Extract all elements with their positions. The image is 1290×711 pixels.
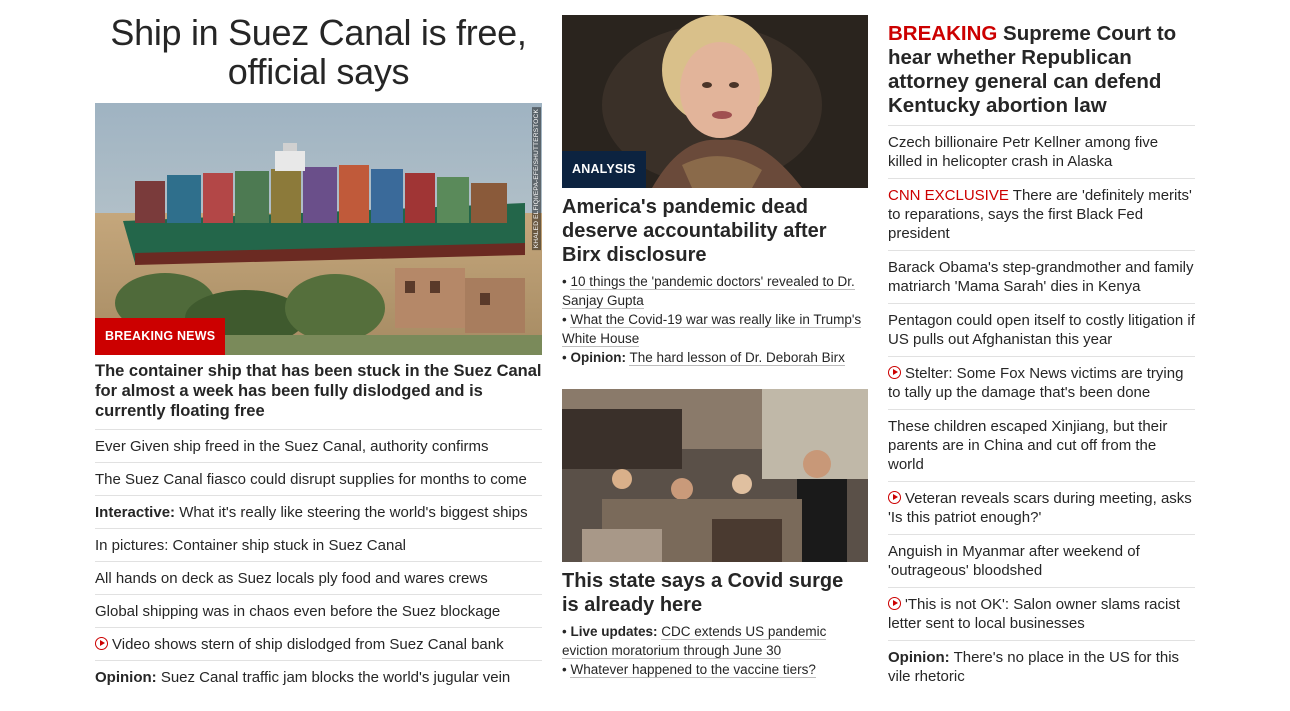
list-item[interactable]: Veteran reveals scars during meeting, as…: [888, 481, 1195, 534]
list-item[interactable]: 'This is not OK': Salon owner slams raci…: [888, 587, 1195, 640]
list-item[interactable]: Czech billionaire Petr Kellner among fiv…: [888, 125, 1195, 178]
list-item[interactable]: Anguish in Myanmar after weekend of 'out…: [888, 534, 1195, 587]
list-item[interactable]: Ever Given ship freed in the Suez Canal,…: [95, 429, 542, 462]
bullet-text: The hard lesson of Dr. Deborah Birx: [629, 350, 845, 366]
exclusive-label: CNN EXCLUSIVE: [888, 187, 1009, 204]
list-item[interactable]: Opinion: There's no place in the US for …: [888, 640, 1195, 693]
video-play-icon: [888, 491, 901, 504]
list-item[interactable]: All hands on deck as Suez locals ply foo…: [95, 561, 542, 594]
bullet-item[interactable]: • Live updates: CDC extends US pandemic …: [562, 622, 868, 660]
breaking-label: BREAKING: [888, 22, 998, 45]
item-prefix: Interactive:: [95, 504, 176, 521]
bullet-prefix: Live updates:: [570, 624, 658, 639]
bullet-item[interactable]: • Opinion: The hard lesson of Dr. Debora…: [562, 348, 868, 367]
bullet-item[interactable]: • Whatever happened to the vaccine tiers…: [562, 660, 868, 679]
lead-headline[interactable]: Ship in Suez Canal is free, official say…: [95, 13, 542, 91]
story-headline[interactable]: This state says a Covid surge is already…: [562, 569, 862, 617]
item-text: All hands on deck as Suez locals ply foo…: [95, 570, 488, 587]
list-item[interactable]: Video shows stern of ship dislodged from…: [95, 627, 542, 660]
analysis-badge: ANALYSIS: [562, 151, 646, 188]
bullet-item[interactable]: • What the Covid-19 war was really like …: [562, 310, 868, 348]
item-text: 'This is not OK': Salon owner slams raci…: [888, 596, 1180, 632]
story-headline[interactable]: America's pandemic dead deserve accounta…: [562, 195, 862, 267]
item-text: Barack Obama's step-grandmother and fami…: [888, 259, 1194, 295]
list-item[interactable]: Pentagon could open itself to costly lit…: [888, 303, 1195, 356]
item-text: Stelter: Some Fox News victims are tryin…: [888, 365, 1184, 401]
list-item[interactable]: Barack Obama's step-grandmother and fami…: [888, 250, 1195, 303]
item-text: Czech billionaire Petr Kellner among fiv…: [888, 134, 1159, 170]
item-prefix: Opinion:: [888, 649, 950, 666]
list-item[interactable]: CNN EXCLUSIVE There are 'definitely meri…: [888, 178, 1195, 250]
item-text: Anguish in Myanmar after weekend of 'out…: [888, 543, 1140, 579]
lead-related-list: Ever Given ship freed in the Suez Canal,…: [95, 429, 542, 693]
bullet-text: Whatever happened to the vaccine tiers?: [570, 662, 816, 678]
item-text: Veteran reveals scars during meeting, as…: [888, 490, 1192, 526]
list-item[interactable]: The Suez Canal fiasco could disrupt supp…: [95, 462, 542, 495]
covid-surge-photo[interactable]: [562, 389, 868, 562]
bullet-prefix: Opinion:: [570, 350, 626, 365]
bullet-text: 10 things the 'pandemic doctors' reveale…: [562, 274, 855, 309]
video-play-icon: [95, 637, 108, 650]
list-item[interactable]: Interactive: What it's really like steer…: [95, 495, 542, 528]
birx-photo[interactable]: ANALYSIS: [562, 15, 868, 188]
item-text: The Suez Canal fiasco could disrupt supp…: [95, 471, 527, 488]
item-text: What it's really like steering the world…: [179, 504, 528, 521]
lead-story-column: Ship in Suez Canal is free, official say…: [95, 0, 542, 686]
list-item[interactable]: Global shipping was in chaos even before…: [95, 594, 542, 627]
bullet-item[interactable]: • 10 things the 'pandemic doctors' revea…: [562, 272, 868, 310]
item-text: In pictures: Container ship stuck in Sue…: [95, 537, 406, 554]
item-text: Pentagon could open itself to costly lit…: [888, 312, 1195, 348]
breaking-news-badge: BREAKING NEWS: [95, 318, 226, 355]
item-text: Suez Canal traffic jam blocks the world'…: [160, 669, 511, 686]
list-item[interactable]: Opinion: Suez Canal traffic jam blocks t…: [95, 660, 542, 693]
list-item[interactable]: Stelter: Some Fox News victims are tryin…: [888, 356, 1195, 409]
item-text: Video shows stern of ship dislodged from…: [112, 636, 504, 653]
bullet-text: What the Covid-19 war was really like in…: [562, 312, 862, 347]
item-text: These children escaped Xinjiang, but the…: [888, 418, 1168, 473]
photo-credit: KHALED ELFIQI/EPA-EFE/SHUTTERSTOCK: [532, 107, 541, 251]
lead-description[interactable]: The container ship that has been stuck i…: [95, 361, 542, 421]
street-dining-image: [562, 389, 868, 562]
item-text: Global shipping was in chaos even before…: [95, 603, 501, 620]
item-text: Ever Given ship freed in the Suez Canal,…: [95, 438, 489, 455]
breaking-headline[interactable]: BREAKING Supreme Court to hear whether R…: [888, 22, 1195, 118]
video-play-icon: [888, 597, 901, 610]
lead-photo[interactable]: KHALED ELFIQI/EPA-EFE/SHUTTERSTOCK BREAK…: [95, 103, 542, 355]
list-item[interactable]: These children escaped Xinjiang, but the…: [888, 409, 1195, 481]
story-bullets: • 10 things the 'pandemic doctors' revea…: [562, 272, 868, 367]
list-item[interactable]: In pictures: Container ship stuck in Sue…: [95, 528, 542, 561]
video-play-icon: [888, 366, 901, 379]
headline-list: Czech billionaire Petr Kellner among fiv…: [888, 125, 1195, 693]
item-prefix: Opinion:: [95, 669, 157, 686]
story-bullets: • Live updates: CDC extends US pandemic …: [562, 622, 868, 679]
